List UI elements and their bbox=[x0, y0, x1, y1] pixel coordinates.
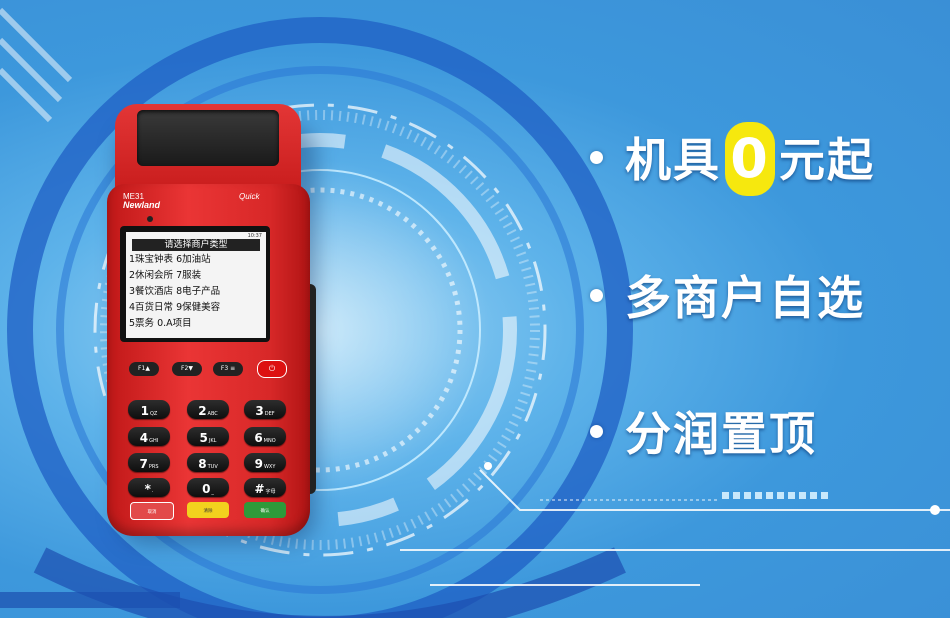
keypad-key: 3DEF bbox=[244, 400, 286, 419]
feature-price-after: 元起 bbox=[779, 133, 875, 187]
bullet-icon bbox=[590, 288, 603, 302]
power-icon: ⏻ bbox=[257, 360, 287, 378]
keypad-key: 9WXY bbox=[244, 453, 286, 472]
f2-key: F2▼ bbox=[172, 362, 202, 376]
paper-slot bbox=[137, 110, 279, 166]
keypad-key: 8TUV bbox=[187, 453, 229, 472]
camera-icon bbox=[147, 216, 153, 222]
feature-price-before: 机具 bbox=[625, 133, 721, 187]
confirm-key: 确认 bbox=[244, 502, 286, 518]
keypad-key: 4GHI bbox=[128, 427, 170, 446]
keypad-key: 1QZ bbox=[128, 400, 170, 419]
menu-row: 2休闲会所 7服装 bbox=[129, 270, 202, 281]
cancel-key: 取消 bbox=[130, 502, 174, 520]
bullet-icon bbox=[590, 150, 603, 164]
menu-row: 1珠宝钟表 6加油站 bbox=[129, 254, 211, 265]
keypad-key: 2ABC bbox=[187, 400, 229, 419]
feature-price: 机具 0 元起 bbox=[590, 120, 875, 196]
bullet-icon bbox=[590, 424, 603, 438]
pos-terminal: ME31 Newland Quick 10:37 请选择商户类型 1珠宝钟表 6… bbox=[107, 104, 317, 544]
device-screen: 10:37 请选择商户类型 1珠宝钟表 6加油站 2休闲会所 7服装 3餐饮酒店… bbox=[126, 232, 266, 338]
menu-row: 3餐饮酒店 8电子产品 bbox=[129, 286, 221, 297]
menu-row: 5票务 0.A项目 bbox=[129, 318, 192, 329]
keypad-key: 5JKL bbox=[187, 427, 229, 446]
clear-key: 清除 bbox=[187, 502, 229, 518]
keypad-key: 7PRS bbox=[128, 453, 170, 472]
keypad-key: *· bbox=[128, 478, 170, 497]
f1-key: F1▲ bbox=[129, 362, 159, 376]
zero-badge: 0 bbox=[725, 122, 775, 196]
keypad-key: 0_ bbox=[187, 478, 229, 497]
feature-merchant-text: 多商户自选 bbox=[625, 271, 865, 325]
brand-label: ME31 Newland bbox=[123, 192, 160, 210]
printer-head bbox=[115, 104, 301, 194]
feature-profit: 分润置顶 bbox=[590, 398, 817, 464]
screen-title: 请选择商户类型 bbox=[132, 239, 260, 251]
feature-profit-text: 分润置顶 bbox=[625, 407, 817, 461]
brand-name: Newland bbox=[123, 200, 161, 210]
keypad-key: #字母 bbox=[244, 478, 286, 497]
keypad-key: 6MNO bbox=[244, 427, 286, 446]
quickpass-logo: Quick bbox=[239, 192, 260, 201]
promo-banner: ME31 Newland Quick 10:37 请选择商户类型 1珠宝钟表 6… bbox=[0, 0, 950, 618]
f3-key: F3 ≡ bbox=[213, 362, 243, 376]
menu-row: 4百货日常 9保健美容 bbox=[129, 302, 221, 313]
feature-merchant: 多商户自选 bbox=[590, 262, 865, 328]
